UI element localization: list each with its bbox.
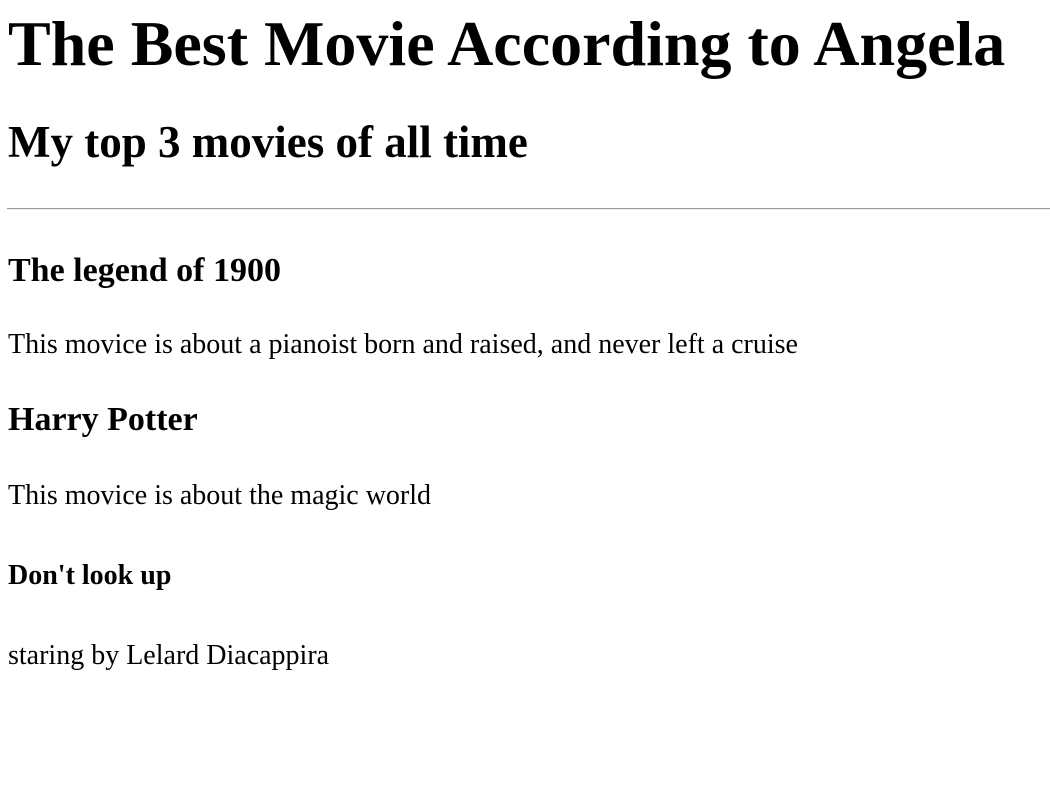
movie-title-3: Don't look up	[8, 560, 172, 591]
page-title: The Best Movie According to Angela	[8, 8, 1006, 79]
movie-title-1: The legend of 1900	[8, 252, 281, 289]
movie-description-3: staring by Lelard Diacappira	[8, 640, 330, 671]
divider	[7, 208, 1050, 210]
page-subtitle: My top 3 movies of all time	[8, 117, 528, 167]
movie-title-2: Harry Potter	[8, 401, 198, 438]
page-content: The Best Movie According to Angela My to…	[0, 0, 1050, 673]
movie-description-1: This movice is about a pianoist born and…	[8, 329, 798, 360]
movie-description-2: This movice is about the magic world	[8, 480, 432, 511]
